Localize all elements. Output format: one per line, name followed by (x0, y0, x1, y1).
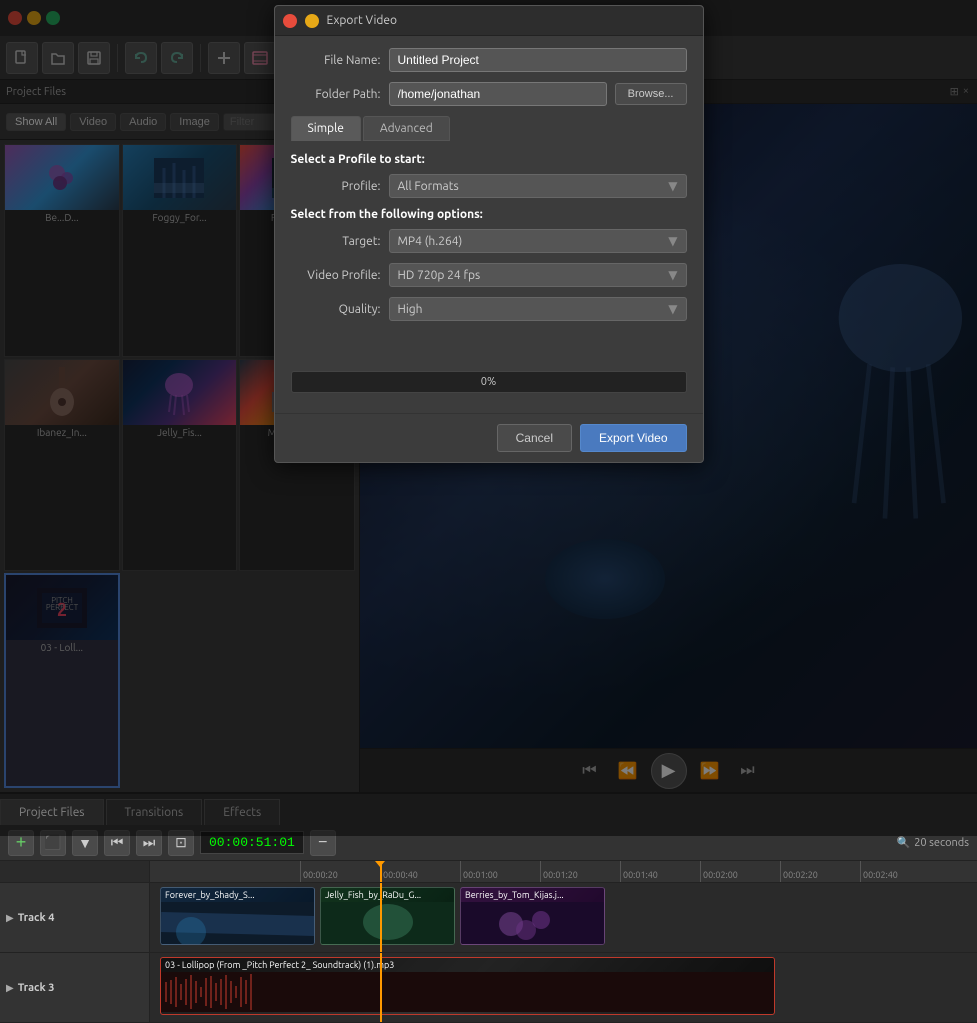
video-profile-arrow-icon: ▼ (668, 268, 677, 282)
file-name-label: File Name: (291, 54, 381, 67)
video-profile-value: HD 720p 24 fps (398, 269, 481, 282)
target-select[interactable]: MP4 (h.264) ▼ (389, 229, 687, 253)
profile-select[interactable]: All Formats ▼ (389, 174, 687, 198)
progress-label: 0% (481, 376, 496, 388)
ruler-mark-3: 00:01:20 (540, 861, 620, 882)
browse-button[interactable]: Browse... (615, 83, 687, 105)
export-dialog: Export Video File Name: Folder Path: Bro… (274, 5, 704, 463)
timeline-ruler: 00:00:20 00:00:40 00:01:00 00:01:20 00:0… (0, 861, 977, 883)
ruler-mark-0: 00:00:20 (300, 861, 380, 882)
profile-arrow-icon: ▼ (668, 179, 677, 193)
clip-jellyfish[interactable]: Jelly_Fish_by_RaDu_G... (320, 887, 455, 945)
target-arrow-icon: ▼ (668, 234, 677, 248)
quality-label: Quality: (291, 303, 381, 316)
file-name-input[interactable] (389, 48, 687, 72)
ruler-mark-1: 00:00:40 (380, 861, 460, 882)
ruler-mark-7: 00:02:40 (860, 861, 940, 882)
track-4-content[interactable]: Forever_by_Shady_S... Jelly_Fish_by_RaDu… (150, 883, 977, 952)
ruler-mark-5: 00:02:00 (700, 861, 780, 882)
file-name-row: File Name: (291, 48, 687, 72)
track-3-name: Track 3 (18, 982, 55, 994)
track-3-arrow[interactable]: ▶ (6, 982, 14, 994)
ruler-mark-2: 00:01:00 (460, 861, 540, 882)
dialog-close-button[interactable] (283, 14, 297, 28)
dialog-tabs: Simple Advanced (291, 116, 687, 141)
timeline-tracks: ▶ Track 4 Forever_by_Shady_S... (0, 883, 977, 1023)
track-3-header: ▶ Track 3 (0, 953, 150, 1022)
quality-row: Quality: High ▼ (291, 297, 687, 321)
ruler-mark-4: 00:01:40 (620, 861, 700, 882)
clip-forever-label: Forever_by_Shady_S... (161, 888, 314, 902)
profile-label: Profile: (291, 180, 381, 193)
zoom-label: 20 seconds (914, 837, 969, 849)
track-row-4: ▶ Track 4 Forever_by_Shady_S... (0, 883, 977, 953)
clip-berries-preview (461, 902, 604, 945)
clip-lollipop[interactable]: 03 - Lollipop (From _Pitch Perfect 2_ So… (160, 957, 775, 1015)
video-profile-select[interactable]: HD 720p 24 fps ▼ (389, 263, 687, 287)
target-row: Target: MP4 (h.264) ▼ (291, 229, 687, 253)
track-4-name: Track 4 (18, 912, 55, 924)
tab-simple[interactable]: Simple (291, 116, 361, 141)
tab-advanced[interactable]: Advanced (363, 116, 450, 141)
quality-value: High (398, 303, 423, 316)
export-video-button[interactable]: Export Video (580, 424, 687, 452)
track-3-content[interactable]: 03 - Lollipop (From _Pitch Perfect 2_ So… (150, 953, 977, 1022)
ruler-playhead (380, 861, 382, 882)
clip-forever[interactable]: Forever_by_Shady_S... (160, 887, 315, 945)
target-value: MP4 (h.264) (398, 235, 463, 248)
profile-value: All Formats (398, 180, 459, 193)
video-profile-row: Video Profile: HD 720p 24 fps ▼ (291, 263, 687, 287)
clip-lollipop-label: 03 - Lollipop (From _Pitch Perfect 2_ So… (161, 958, 774, 972)
zoom-control: 🔍 20 seconds (897, 836, 969, 849)
ruler-marks: 00:00:20 00:00:40 00:01:00 00:01:20 00:0… (150, 861, 940, 882)
clip-forever-preview (161, 902, 314, 945)
dialog-min-button[interactable] (305, 14, 319, 28)
track-4-header: ▶ Track 4 (0, 883, 150, 952)
quality-arrow-icon: ▼ (668, 302, 677, 316)
profile-section-title: Select a Profile to start: (291, 153, 687, 166)
dialog-spacer (291, 331, 687, 351)
progress-section: 0% (291, 363, 687, 401)
track-4-playhead (380, 883, 382, 952)
dialog-footer: Cancel Export Video (275, 413, 703, 462)
clip-lollipop-waveform (161, 972, 774, 1012)
folder-path-input[interactable] (389, 82, 607, 106)
ruler-playhead-marker (375, 861, 385, 867)
dialog-body: File Name: Folder Path: Browse... Simple… (275, 36, 703, 413)
quality-select[interactable]: High ▼ (389, 297, 687, 321)
track-3-playhead (380, 953, 382, 1022)
track-row-3: ▶ Track 3 03 - Lollipop (From _Pitch Per… (0, 953, 977, 1023)
profile-row: Profile: All Formats ▼ (291, 174, 687, 198)
ruler-mark-6: 00:02:20 (780, 861, 860, 882)
video-profile-label: Video Profile: (291, 269, 381, 282)
target-label: Target: (291, 235, 381, 248)
cancel-button[interactable]: Cancel (497, 424, 572, 452)
clip-jellyfish-label: Jelly_Fish_by_RaDu_G... (321, 888, 454, 902)
zoom-icon: 🔍 (897, 836, 911, 849)
track-4-arrow[interactable]: ▶ (6, 912, 14, 924)
folder-path-label: Folder Path: (291, 88, 381, 101)
clip-jellyfish-preview (321, 902, 454, 945)
dialog-title: Export Video (327, 14, 695, 27)
folder-path-row: Folder Path: Browse... (291, 82, 687, 106)
dialog-overlay: Export Video File Name: Folder Path: Bro… (0, 0, 977, 836)
clip-berries[interactable]: Berries_by_Tom_Kijas.j... (460, 887, 605, 945)
progress-bar-background: 0% (291, 371, 687, 393)
clip-berries-label: Berries_by_Tom_Kijas.j... (461, 888, 604, 902)
options-section-title: Select from the following options: (291, 208, 687, 221)
dialog-titlebar: Export Video (275, 6, 703, 36)
